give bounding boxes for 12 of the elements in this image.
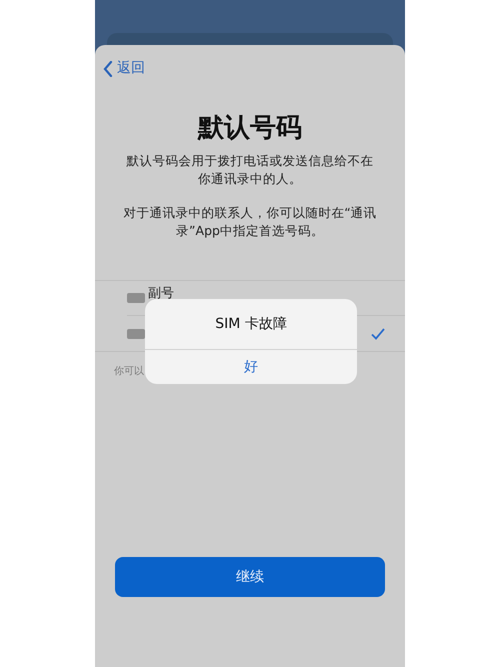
back-button[interactable]: 返回 [103, 58, 145, 79]
line-name: 副号 [148, 287, 175, 302]
back-chevron-icon [103, 60, 113, 76]
continue-button[interactable]: 继续 [115, 557, 385, 597]
description-text: 对于通讯录中的联系人，你可以随时在“通讯录”App中指定首选号码。 [122, 204, 378, 240]
footnote-text: 你可以 [114, 364, 144, 380]
ok-button[interactable]: 好 [145, 350, 357, 384]
page-title: 默认号码 [196, 113, 303, 144]
description-text: 默认号码会用于拨打电话或发送信息给不在你通讯录中的人。 [126, 152, 374, 188]
alert-title: SIM 卡故障 [145, 299, 357, 350]
sim-badge-icon [127, 293, 145, 304]
sim-badge-icon [127, 328, 145, 339]
